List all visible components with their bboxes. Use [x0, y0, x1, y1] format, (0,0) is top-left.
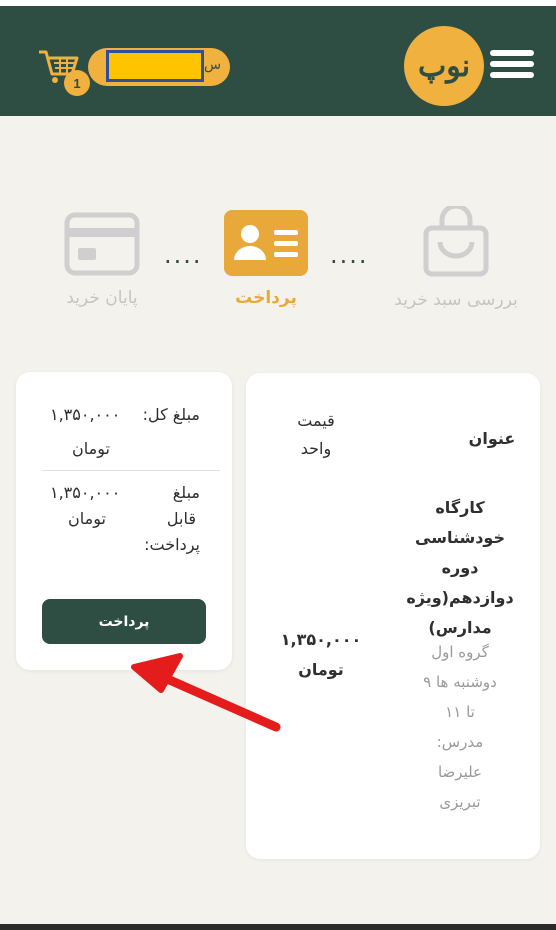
hamburger-menu-icon[interactable] [490, 50, 534, 82]
summary-divider [42, 470, 220, 471]
user-initial: س [204, 57, 222, 73]
bottom-bar [0, 924, 556, 930]
column-header-title: عنوان [468, 429, 516, 448]
payable-label-line1: مبلغ [172, 483, 200, 502]
payable-value: ۱,۳۵۰,۰۰۰ [50, 483, 121, 502]
cart-table-card: عنوان قیمت واحد کارگاه خودشناسی دوره دوا… [246, 373, 540, 859]
course-detail-line: گروه اول [431, 643, 489, 661]
step-label-payment: پرداخت [235, 288, 297, 308]
course-detail-line: مدرس: [436, 733, 484, 751]
course-detail-line: دوشنبه ها ۹ [423, 673, 497, 691]
step-label-finish: پایان خرید [66, 288, 138, 308]
site-header: نوپ س 1 [0, 6, 556, 116]
cart-count-badge: 1 [64, 70, 90, 96]
course-title-line: خودشناسی [415, 528, 505, 547]
course-price-value: ۱,۳۵۰,۰۰۰ [280, 630, 362, 649]
step-payment: پرداخت [196, 210, 336, 308]
column-header-unit-price-line2: واحد [300, 439, 332, 458]
course-title-line: دوازدهم(ویژه [406, 588, 514, 607]
payable-currency: تومان [68, 509, 106, 528]
payable-label-line2: قابل [166, 509, 196, 528]
total-label: مبلغ کل: [142, 405, 200, 424]
user-account-pill[interactable]: س [88, 48, 230, 86]
course-detail-line: تبریزی [439, 793, 481, 811]
course-unit-price: ۱,۳۵۰,۰۰۰ تومان [266, 625, 376, 685]
logo-text: نوپ [417, 48, 471, 84]
step-cart-review: بررسی سبد خرید [386, 203, 526, 310]
course-detail-line: تا ۱۱ [445, 703, 475, 721]
step-label-cart-review: بررسی سبد خرید [394, 290, 518, 310]
course-title-line: دوره [441, 558, 479, 577]
total-currency: تومان [72, 439, 110, 458]
course-detail-line: علیرضا [437, 763, 483, 781]
column-header-unit-price-line1: قیمت [297, 411, 335, 430]
order-summary-card: مبلغ کل: ۱,۳۵۰,۰۰۰ تومان مبلغ قابل پرداخ… [16, 372, 232, 670]
total-value: ۱,۳۵۰,۰۰۰ [50, 405, 121, 424]
course-price-currency: تومان [298, 660, 344, 679]
course-title[interactable]: کارگاه خودشناسی دوره دوازدهم(ویژه مدارس) [382, 493, 538, 643]
step-finish: پایان خرید [32, 212, 172, 308]
shopping-bag-icon [423, 203, 489, 277]
course-title-line: کارگاه [435, 498, 485, 517]
credit-card-icon [64, 212, 140, 276]
column-header-unit-price: قیمت واحد [266, 407, 366, 463]
course-details: گروه اول دوشنبه ها ۹ تا ۱۱ مدرس: علیرضا … [382, 637, 538, 817]
redacted-username [106, 50, 204, 82]
payable-label-line3: پرداخت: [144, 535, 200, 554]
pay-button[interactable]: پرداخت [42, 599, 206, 644]
id-card-icon [224, 210, 308, 276]
site-logo[interactable]: نوپ [404, 26, 484, 106]
